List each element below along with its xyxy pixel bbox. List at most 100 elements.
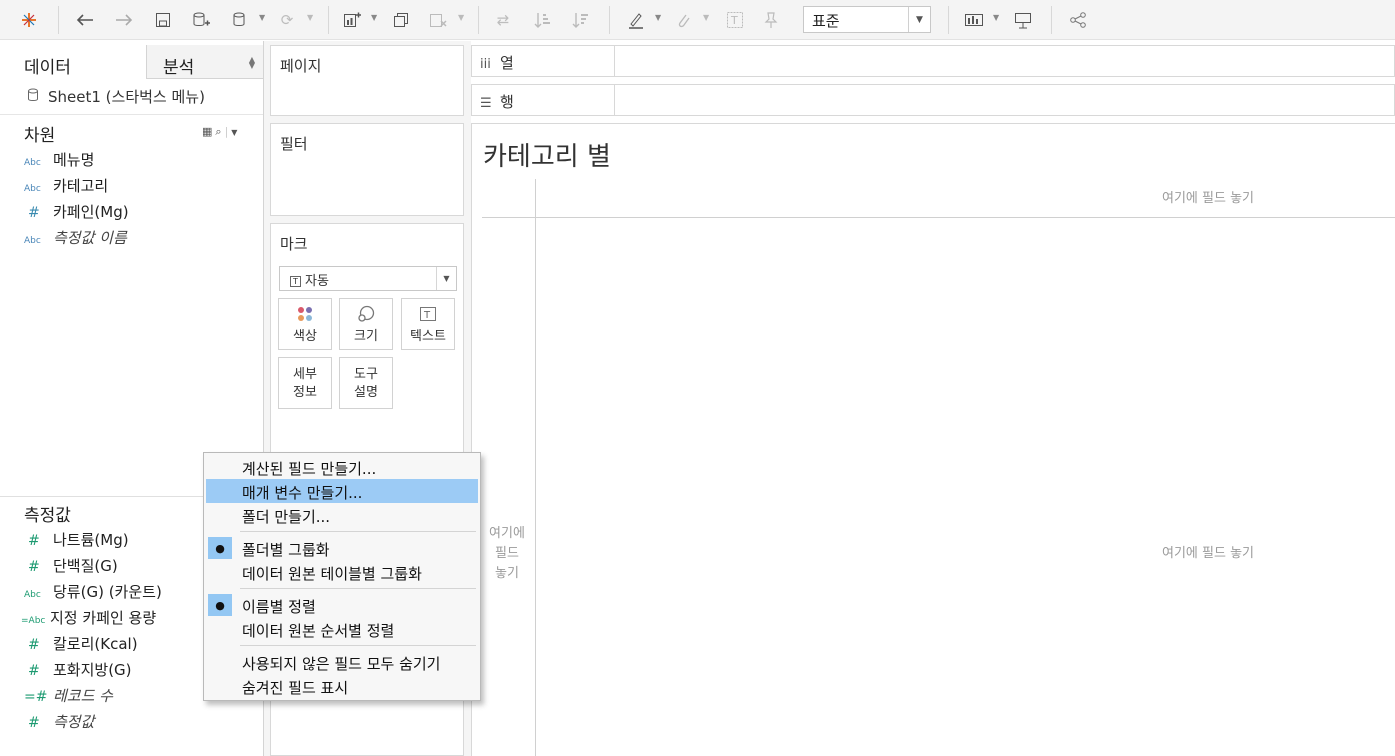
sheet-title[interactable]: 카테고리 별 <box>483 136 611 173</box>
pin-icon[interactable] <box>759 8 783 32</box>
chevron-down-icon[interactable]: ▼ <box>436 267 456 290</box>
column-header-divider <box>482 217 1395 218</box>
mark-type-value: 자동 <box>305 274 329 289</box>
search-icon[interactable]: ⌕ <box>215 125 224 138</box>
menu-item-hide-unused-fields[interactable]: 사용되지 않은 필드 모두 숨기기 <box>206 650 478 674</box>
presentation-mode-icon[interactable] <box>1011 8 1035 32</box>
menu-separator <box>240 588 476 589</box>
number-field-icon: # <box>28 533 40 549</box>
tab-analysis[interactable]: 분석 ▲ ▼ <box>146 45 263 79</box>
color-dots-icon <box>279 305 331 325</box>
filters-card[interactable]: 필터 <box>270 123 464 216</box>
number-field-icon: # <box>28 205 40 221</box>
toolbar-separator <box>328 6 329 34</box>
detail-button[interactable]: 세부 정보 <box>278 357 332 409</box>
undo-icon[interactable] <box>73 8 97 32</box>
measures-header: 측정값 <box>24 506 71 526</box>
pages-card[interactable]: 페이지 <box>270 45 464 116</box>
show-cards-icon[interactable] <box>962 8 986 32</box>
datasource-item[interactable]: Sheet1 (스타벅스 메뉴) <box>0 79 263 115</box>
tooltip-button[interactable]: 도구 설명 <box>339 357 393 409</box>
string-field-icon: Abc <box>24 590 41 600</box>
field-measure[interactable]: # 칼로리(Kcal) <box>24 633 138 655</box>
chevron-down-icon[interactable]: ▼ <box>231 128 240 137</box>
string-field-icon: Abc <box>24 184 41 194</box>
text-mark-icon: T <box>290 276 301 287</box>
tab-data[interactable]: 데이터 <box>0 45 146 79</box>
number-field-icon: # <box>28 559 40 575</box>
field-dimension[interactable]: Abc 측정값 이름 <box>24 227 127 249</box>
size-button[interactable]: 크기 <box>339 298 393 350</box>
color-button[interactable]: 색상 <box>278 298 332 350</box>
clear-sheet-icon[interactable] <box>426 8 450 32</box>
field-measure[interactable]: Abc 당류(G) (카운트) <box>24 581 162 603</box>
field-dimension[interactable]: # 카페인(Mg) <box>24 201 129 223</box>
rows-label: 행 <box>500 93 514 111</box>
menu-item-create-folder[interactable]: 폴더 만들기... <box>206 503 478 527</box>
menu-item-sort-by-name[interactable]: ● 이름별 정렬 <box>206 593 478 617</box>
menu-item-sort-by-datasource-order[interactable]: 데이터 원본 순서별 정렬 <box>206 617 478 641</box>
field-measure[interactable]: # 포화지방(G) <box>24 659 132 681</box>
chevron-down-icon[interactable]: ▼ <box>371 13 377 22</box>
view-canvas[interactable]: 카테고리 별 여기에 필드 놓기 여기에 필드 놓기 여기에 필드 놓기 <box>471 123 1395 756</box>
field-measure[interactable]: # 나트륨(Mg) <box>24 529 129 551</box>
redo-icon[interactable] <box>112 8 136 32</box>
text-button[interactable]: T 텍스트 <box>401 298 455 350</box>
chevron-down-icon[interactable]: ▼ <box>458 13 464 22</box>
highlight-pen-icon[interactable] <box>624 8 648 32</box>
new-worksheet-icon[interactable] <box>340 8 364 32</box>
svg-text:T: T <box>730 14 738 27</box>
share-icon[interactable] <box>1066 8 1090 32</box>
field-measure[interactable]: # 측정값 <box>24 711 94 733</box>
menu-item-group-by-table[interactable]: 데이터 원본 테이블별 그룹화 <box>206 560 478 584</box>
refresh-icon[interactable]: ⟳ <box>275 8 299 32</box>
toolbar: ▼ ⟳ ▼ ▼ ▼ ⇄ ▼ ▼ T 표준 ▼ ▼ <box>0 0 1395 40</box>
checked-bullet-icon: ● <box>208 537 232 559</box>
drop-field-center-hint[interactable]: 여기에 필드 놓기 <box>1162 544 1254 564</box>
svg-text:T: T <box>423 310 431 321</box>
view-list-icon[interactable]: ▦ <box>202 125 215 138</box>
group-members-icon[interactable] <box>671 8 695 32</box>
field-label: 측정값 이름 <box>53 229 127 247</box>
fit-select-value: 표준 <box>812 12 840 30</box>
pause-updates-icon[interactable] <box>228 8 252 32</box>
save-icon[interactable] <box>151 8 175 32</box>
field-label: 당류(G) (카운트) <box>53 583 162 601</box>
tableau-logo-icon[interactable] <box>17 8 41 32</box>
menu-item-show-hidden-fields[interactable]: 숨겨진 필드 표시 <box>206 674 478 698</box>
menu-item-group-by-folder[interactable]: ● 폴더별 그룹화 <box>206 536 478 560</box>
dimensions-tools: ▦⌕|▼ <box>202 125 241 138</box>
field-measure[interactable]: =Abc 지정 카페인 용량 <box>21 607 156 629</box>
menu-item-create-calculated-field[interactable]: 계산된 필드 만들기... <box>206 455 478 479</box>
new-datasource-icon[interactable] <box>189 8 213 32</box>
context-menu: 계산된 필드 만들기... 매개 변수 만들기... 폴더 만들기... ● 폴더… <box>203 452 481 701</box>
string-field-icon: Abc <box>24 158 41 168</box>
chevron-down-icon[interactable]: ▼ <box>703 13 709 22</box>
chevron-down-icon[interactable]: ▼ <box>908 7 930 32</box>
sort-descending-icon[interactable] <box>569 8 593 32</box>
mark-type-select[interactable]: T 자동 ▼ <box>279 266 457 291</box>
chevron-down-icon[interactable]: ▼ <box>259 13 265 22</box>
fit-select[interactable]: 표준 ▼ <box>803 6 931 33</box>
menu-item-create-parameter[interactable]: 매개 변수 만들기... <box>206 479 478 503</box>
field-dimension[interactable]: Abc 메뉴명 <box>24 149 94 171</box>
size-icon <box>340 305 392 325</box>
field-dimension[interactable]: Abc 카테고리 <box>24 175 108 197</box>
columns-shelf[interactable]: iii 열 <box>471 45 1395 77</box>
field-measure[interactable]: =# 레코드 수 <box>24 685 113 707</box>
chevron-down-icon[interactable]: ▼ <box>993 13 999 22</box>
duplicate-sheet-icon[interactable] <box>389 8 413 32</box>
chevron-down-icon[interactable]: ▼ <box>307 13 313 22</box>
chevron-down-icon[interactable]: ▼ <box>655 13 661 22</box>
menu-separator <box>240 645 476 646</box>
field-measure[interactable]: # 단백질(G) <box>24 555 118 577</box>
show-mark-labels-icon[interactable]: T <box>723 8 747 32</box>
toolbar-separator <box>478 6 479 34</box>
drop-field-columns-hint[interactable]: 여기에 필드 놓기 <box>1162 189 1254 209</box>
swap-rows-columns-icon[interactable]: ⇄ <box>491 8 515 32</box>
sort-ascending-icon[interactable] <box>531 8 555 32</box>
drop-field-rows-hint[interactable]: 여기에 필드 놓기 <box>482 524 532 584</box>
size-button-label: 크기 <box>354 329 378 344</box>
number-field-icon: # <box>28 663 40 679</box>
rows-shelf[interactable]: ☰ 행 <box>471 84 1395 116</box>
